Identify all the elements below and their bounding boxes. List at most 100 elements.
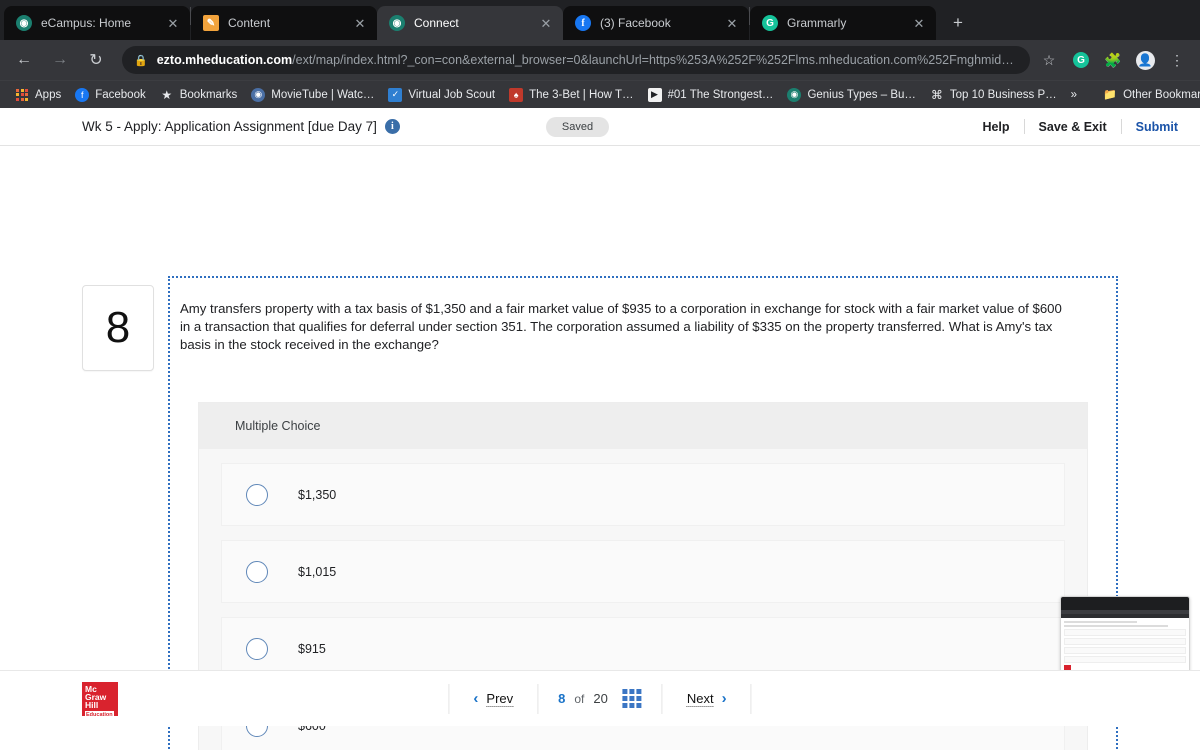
hourglass-icon: ⌘ <box>930 87 943 102</box>
bookmarks-overflow-button[interactable]: » <box>1064 84 1084 106</box>
chevron-left-icon: ‹ <box>473 690 479 707</box>
answer-option-label: $915 <box>298 641 326 656</box>
profile-avatar-icon[interactable]: 👤 <box>1132 47 1158 73</box>
url-domain: ezto.mheducation.com <box>156 53 293 67</box>
browser-tab-content[interactable]: ✎ Content ✕ <box>191 6 377 40</box>
browser-tab-grammarly[interactable]: G Grammarly ✕ <box>750 6 936 40</box>
extensions-puzzle-icon[interactable]: 🧩 <box>1100 47 1126 73</box>
address-bar[interactable]: 🔒 ezto.mheducation.com/ext/map/index.htm… <box>122 46 1030 74</box>
apps-grid-icon <box>15 88 29 102</box>
tab-title: (3) Facebook <box>600 16 671 30</box>
genius-icon: ◉ <box>787 87 802 102</box>
answer-option-2[interactable]: $1,015 <box>221 540 1065 603</box>
radio-button[interactable] <box>246 637 268 660</box>
lock-icon: 🔒 <box>134 54 148 67</box>
radio-button[interactable] <box>246 483 268 506</box>
tab-title: Content <box>228 16 271 30</box>
answer-option-label: $1,015 <box>298 564 337 579</box>
poker-icon: ♠ <box>509 87 524 102</box>
bookmark-label: Bookmarks <box>179 88 238 101</box>
movietube-icon: ◉ <box>251 87 266 102</box>
browser-tab-facebook[interactable]: f (3) Facebook ✕ <box>563 6 749 40</box>
bookmarks-bar: Apps f Facebook ★ Bookmarks ◉ MovieTube … <box>0 80 1200 108</box>
bookmark-label: Apps <box>35 88 62 101</box>
close-icon[interactable]: ✕ <box>723 14 741 32</box>
close-icon[interactable]: ✕ <box>351 14 369 32</box>
url-text: ezto.mheducation.com/ext/map/index.html?… <box>157 53 1018 67</box>
browser-tab-ecampus[interactable]: ◉ eCampus: Home ✕ <box>4 6 190 40</box>
header-actions: Help Save & Exit Submit <box>968 119 1186 134</box>
bookmark-label: Top 10 Business P… <box>949 88 1057 101</box>
bookmark-label: Facebook <box>95 88 146 101</box>
thumbnail-row <box>1064 629 1186 636</box>
avatar: 👤 <box>1135 50 1155 70</box>
preview-thumbnail[interactable] <box>1060 596 1190 674</box>
other-bookmarks-label: Other Bookmarks <box>1123 88 1200 101</box>
back-icon[interactable]: ← <box>10 46 38 74</box>
tab-title: Connect <box>414 16 459 30</box>
connect-icon: ◉ <box>389 15 405 31</box>
thumbnail-row <box>1064 656 1186 663</box>
question-number-box: 8 <box>82 285 154 371</box>
bookmark-facebook[interactable]: f Facebook <box>68 84 153 106</box>
page-indicator: 8 of 20 <box>538 689 662 708</box>
bookmark-top10-business[interactable]: ⌘ Top 10 Business P… <box>923 84 1064 106</box>
mcgraw-hill-logo: Mc Graw Hill Education <box>82 681 118 719</box>
next-button[interactable]: Next › <box>663 690 751 707</box>
radio-button[interactable] <box>246 560 268 583</box>
grammarly-extension-icon[interactable]: G <box>1068 47 1094 73</box>
bookmark-movietube[interactable]: ◉ MovieTube | Watc… <box>244 84 381 106</box>
prev-button[interactable]: ‹ Prev <box>449 690 537 707</box>
question-type-label: Multiple Choice <box>199 403 1087 449</box>
bookmark-strongest[interactable]: ▶ #01 The Strongest… <box>641 84 781 106</box>
ecampus-icon: ◉ <box>16 15 32 31</box>
next-label: Next <box>686 690 714 707</box>
bookmark-three-bet[interactable]: ♠ The 3-Bet | How T… <box>502 84 640 106</box>
logo-line-4: Education <box>85 710 114 719</box>
bookmark-apps[interactable]: Apps <box>8 84 68 106</box>
status-badge: Saved <box>545 116 610 137</box>
tab-title: eCampus: Home <box>41 16 132 30</box>
other-bookmarks-folder[interactable]: 📁 Other Bookmarks <box>1096 84 1200 106</box>
of-label: of <box>574 691 585 706</box>
info-icon[interactable]: i <box>384 119 400 134</box>
question-text: Amy transfers property with a tax basis … <box>180 301 1062 352</box>
chevron-right-icon: › <box>721 690 727 707</box>
bookmark-bookmarks[interactable]: ★ Bookmarks <box>153 84 245 106</box>
facebook-icon: f <box>75 87 90 102</box>
grid-icon[interactable] <box>622 689 642 708</box>
tab-strip: ◉ eCampus: Home ✕ ✎ Content ✕ ◉ Connect … <box>0 0 1200 40</box>
close-icon[interactable]: ✕ <box>910 14 928 32</box>
page-title: Wk 5 - Apply: Application Assignment [du… <box>82 119 377 134</box>
close-icon[interactable]: ✕ <box>164 14 182 32</box>
question-stage: 8 Amy transfers property with a tax basi… <box>0 146 1200 750</box>
overflow-icon: » <box>1070 88 1078 101</box>
bookmark-label: Genius Types – Bu… <box>807 88 916 101</box>
facebook-icon: f <box>575 15 591 31</box>
answer-option-1[interactable]: $1,350 <box>221 463 1065 526</box>
star-icon: ★ <box>161 87 173 102</box>
nav-divider <box>750 683 752 714</box>
tab-title: Grammarly <box>787 16 847 30</box>
content-icon: ✎ <box>203 15 219 31</box>
bookmark-star-icon[interactable]: ☆ <box>1036 47 1062 73</box>
thumbnail-line <box>1064 625 1168 627</box>
save-exit-button[interactable]: Save & Exit <box>1025 120 1121 134</box>
close-icon[interactable]: ✕ <box>537 14 555 32</box>
help-button[interactable]: Help <box>968 120 1023 134</box>
browser-menu-icon[interactable]: ⋮ <box>1164 47 1190 73</box>
forward-icon[interactable]: → <box>46 46 74 74</box>
assignment-footer: Mc Graw Hill Education ‹ Prev 8 of 20 Ne… <box>0 670 1200 726</box>
thumbnail-line <box>1064 621 1138 623</box>
bookmark-virtual-job-scout[interactable]: ✓ Virtual Job Scout <box>381 84 502 106</box>
shield-icon: ✓ <box>388 87 403 102</box>
reload-icon[interactable]: ↻ <box>82 46 110 74</box>
grammarly-icon: G <box>762 15 778 31</box>
answer-option-label: $1,350 <box>298 487 337 502</box>
submit-button[interactable]: Submit <box>1122 120 1186 134</box>
bookmark-label: MovieTube | Watc… <box>271 88 375 101</box>
browser-tab-connect[interactable]: ◉ Connect ✕ <box>377 6 563 40</box>
bookmark-genius-types[interactable]: ◉ Genius Types – Bu… <box>780 84 922 106</box>
new-tab-button[interactable]: + <box>944 9 972 37</box>
bookmark-label: Virtual Job Scout <box>408 88 496 101</box>
